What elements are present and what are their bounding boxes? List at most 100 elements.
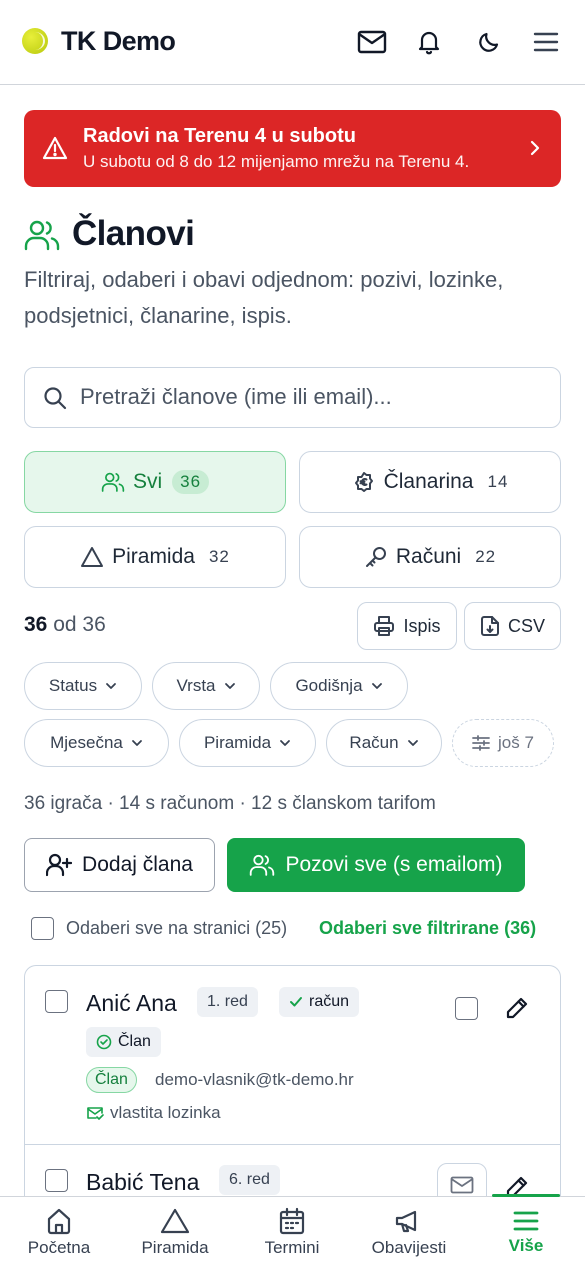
select-page-checkbox[interactable] (31, 917, 54, 940)
segment-label: Računi (395, 545, 462, 568)
result-shown: 36 (24, 613, 48, 636)
mail-icon[interactable] (356, 26, 388, 58)
mail-icon (450, 1176, 474, 1194)
bell-icon[interactable] (413, 26, 445, 58)
segment-label: Piramida (112, 545, 195, 568)
filter-piramida[interactable]: Piramida (179, 719, 316, 767)
member-name[interactable]: Anić Ana (86, 990, 177, 1017)
filter-racun[interactable]: Račun (326, 719, 442, 767)
filter-label: Vrsta (176, 676, 216, 695)
rank-badge: 1. red (197, 987, 258, 1017)
segment-count: 36 (172, 470, 210, 494)
member-badge-label: Član (118, 1033, 151, 1050)
filter-label: Mjesečna (50, 733, 123, 752)
file-download-icon (480, 615, 500, 637)
nav-vise[interactable]: Više (486, 1197, 566, 1266)
chevron-down-icon (131, 739, 143, 747)
nav-label: Obavijesti (371, 1237, 447, 1257)
alert-title: Radovi na Terenu 4 u subotu (83, 125, 356, 147)
segment-count: 14 (487, 472, 509, 491)
search-input[interactable] (80, 384, 550, 410)
segment-count: 22 (475, 547, 497, 566)
key-icon (364, 545, 388, 569)
filter-vrsta[interactable]: Vrsta (152, 662, 260, 710)
page-title: Članovi (72, 214, 195, 253)
users-icon (249, 853, 275, 877)
select-filtered-link[interactable]: Odaberi sve filtrirane (36) (319, 918, 536, 939)
nav-piramida[interactable]: Piramida (130, 1197, 220, 1266)
search-box[interactable] (24, 367, 561, 428)
home-icon (45, 1207, 73, 1235)
filter-label: još 7 (498, 733, 534, 752)
megaphone-icon (394, 1207, 424, 1235)
result-count: 36 od 36 (24, 613, 106, 637)
account-badge-label: račun (309, 993, 350, 1010)
filter-more[interactable]: još 7 (452, 719, 554, 767)
member-checkbox[interactable] (45, 1169, 68, 1192)
print-button[interactable]: Ispis (357, 602, 457, 650)
users-icon (24, 218, 60, 252)
csv-button[interactable]: CSV (464, 602, 561, 650)
check-circle-icon (96, 1034, 112, 1050)
segment-racuni[interactable]: Računi 22 (299, 526, 561, 588)
filter-mjesecna[interactable]: Mjesečna (24, 719, 169, 767)
chevron-down-icon (279, 739, 291, 747)
filter-label: Godišnja (295, 676, 363, 695)
row-divider (25, 1144, 560, 1145)
nav-obavijesti[interactable]: Obavijesti (359, 1197, 459, 1266)
csv-label: CSV (507, 615, 545, 636)
account-badge: račun (279, 987, 360, 1017)
calendar-icon (278, 1207, 306, 1235)
invite-all-button[interactable]: Pozovi sve (s emailom) (227, 838, 525, 892)
users-icon (101, 471, 125, 493)
segment-svi[interactable]: Svi 36 (24, 451, 286, 513)
nav-label: Početna (27, 1237, 91, 1257)
check-icon (289, 996, 303, 1008)
member-checkbox[interactable] (45, 990, 68, 1013)
alert-banner[interactable]: Radovi na Terenu 4 u subotu U subotu od … (24, 110, 561, 187)
invite-all-label: Pozovi sve (s emailom) (285, 853, 503, 876)
edit-pencil-icon[interactable] (505, 996, 529, 1020)
member-list: Anić Ana 1. red račun Član Član demo-vla… (24, 965, 561, 1225)
summary-text: 36 igrača · 14 s računom · 12 s članskom… (24, 793, 436, 814)
password-status-label: vlastita lozinka (110, 1103, 221, 1122)
nav-home[interactable]: Početna (14, 1197, 104, 1266)
print-label: Ispis (403, 615, 441, 636)
segment-count: 32 (208, 547, 230, 566)
bottom-navigation: Početna Piramida Termini Obavijesti Više (0, 1194, 585, 1266)
app-title: TK Demo (61, 26, 176, 56)
password-status: vlastita lozinka (86, 1103, 221, 1123)
page-subtitle: Filtriraj, odaberi i obavi odjednom: poz… (24, 267, 504, 328)
nav-label: Termini (264, 1237, 320, 1257)
nav-termini[interactable]: Termini (247, 1197, 337, 1266)
tennis-ball-logo-icon (22, 28, 48, 54)
menu-icon (512, 1209, 540, 1233)
chevron-down-icon (105, 682, 117, 690)
search-icon (43, 386, 67, 410)
member-email: demo-vlasnik@tk-demo.hr (155, 1070, 354, 1089)
filter-status[interactable]: Status (24, 662, 142, 710)
filter-godisnja[interactable]: Godišnja (270, 662, 408, 710)
nav-label: Piramida (141, 1237, 209, 1257)
printer-icon (373, 615, 395, 637)
moon-icon[interactable] (473, 26, 505, 58)
segment-piramida[interactable]: Piramida 32 (24, 526, 286, 588)
member-select-checkbox[interactable] (455, 997, 478, 1020)
menu-icon[interactable] (530, 26, 562, 58)
chevron-down-icon (407, 739, 419, 747)
warning-icon (42, 136, 68, 160)
member-badge: Član (86, 1027, 161, 1057)
alert-text: U subotu od 8 do 12 mijenjamo mrežu na T… (83, 152, 470, 171)
rank-badge: 6. red (219, 1165, 280, 1195)
triangle-icon (80, 546, 104, 568)
nav-label: Više (508, 1235, 544, 1255)
member-name[interactable]: Babić Tena (86, 1169, 199, 1196)
segment-clanarina[interactable]: Članarina 14 (299, 451, 561, 513)
select-page-label: Odaberi sve na stranici (25) (66, 918, 288, 938)
chevron-down-icon (224, 682, 236, 690)
euro-icon (352, 470, 376, 494)
chevron-down-icon (371, 682, 383, 690)
result-total: od 36 (53, 613, 106, 636)
add-member-button[interactable]: Dodaj člana (24, 838, 215, 892)
segment-label: Članarina (383, 470, 474, 493)
